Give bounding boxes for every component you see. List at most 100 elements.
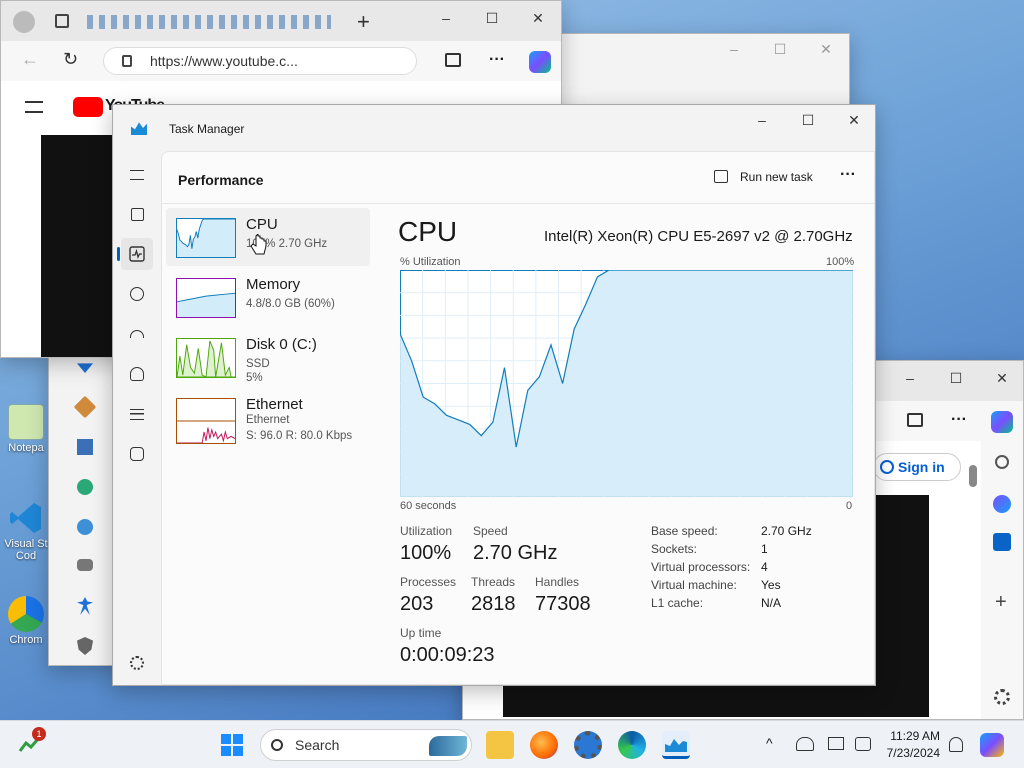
resource-name: Ethernet xyxy=(246,396,303,413)
add-sidebar-button[interactable]: + xyxy=(995,591,1007,614)
search-highlight-icon xyxy=(429,736,467,756)
edge-icon[interactable] xyxy=(618,731,646,759)
nav-users[interactable] xyxy=(121,358,153,390)
url-field[interactable]: https://www.youtube.c... xyxy=(103,47,417,75)
outlook-icon[interactable] xyxy=(993,533,1011,551)
desktop-icon-notepad[interactable]: Notepa xyxy=(2,404,50,454)
notepad-icon xyxy=(8,404,44,440)
refresh-icon[interactable]: ↻ xyxy=(63,49,78,70)
display-icon[interactable] xyxy=(828,737,844,750)
gaming-icon xyxy=(77,559,93,571)
address-bar-row: ← ↻ https://www.youtube.c... ··· xyxy=(1,41,561,81)
resource-item-cpu[interactable]: CPU 100% 2.70 GHz xyxy=(166,208,370,266)
copilot-icon[interactable] xyxy=(529,51,551,73)
close-button[interactable]: ✕ xyxy=(831,105,875,135)
firefox-icon[interactable] xyxy=(530,731,558,759)
sign-in-button[interactable]: Sign in xyxy=(873,453,961,481)
nav-services[interactable] xyxy=(121,438,153,470)
memory-thumbnail xyxy=(176,278,236,318)
clock-time[interactable]: 11:29 AM xyxy=(888,729,940,743)
run-task-icon xyxy=(714,170,728,183)
account-icon xyxy=(880,460,894,474)
settings-window-back xyxy=(48,350,118,666)
copilot-sidebar-icon[interactable] xyxy=(993,495,1011,513)
nav-app-history[interactable] xyxy=(121,278,153,310)
maximize-button[interactable]: ☐ xyxy=(757,34,803,64)
profile-icon[interactable] xyxy=(13,11,35,33)
minimize-button[interactable]: – xyxy=(739,105,785,135)
chrome-icon xyxy=(8,596,44,632)
start-button[interactable] xyxy=(218,731,246,759)
maximize-button[interactable]: ☐ xyxy=(469,3,515,33)
maximize-button[interactable]: ☐ xyxy=(785,105,831,135)
widgets-icon[interactable]: 1 xyxy=(18,727,46,755)
hamburger-icon[interactable] xyxy=(25,101,43,113)
clock-date[interactable]: 7/23/2024 xyxy=(884,746,940,760)
desktop-icon-vscode[interactable]: Visual St Cod xyxy=(2,500,50,562)
back-icon[interactable]: ← xyxy=(21,49,39,70)
copilot-pre-icon[interactable] xyxy=(980,733,1004,757)
spec-value: Yes xyxy=(761,578,781,592)
uptime-label: Up time xyxy=(400,626,442,640)
language-icon[interactable] xyxy=(855,737,871,751)
close-button[interactable]: ✕ xyxy=(515,3,561,33)
browser-tab-bar: + – ☐ ✕ xyxy=(1,1,561,41)
sign-in-label: Sign in xyxy=(898,459,945,475)
processes-value: 203 xyxy=(400,593,434,615)
hamburger-menu-button[interactable] xyxy=(121,159,153,191)
nav-details[interactable] xyxy=(121,398,153,430)
minimize-button[interactable]: – xyxy=(711,34,757,64)
close-button[interactable]: ✕ xyxy=(803,34,849,64)
nav-startup-apps[interactable] xyxy=(121,318,153,350)
graph-bottom-left: 60 seconds xyxy=(400,500,457,512)
network-offline-icon[interactable] xyxy=(796,737,814,751)
resource-subtext: 4.8/8.0 GB (60%) xyxy=(246,298,335,310)
menu-dots[interactable]: ··· xyxy=(951,411,967,429)
details-list-icon xyxy=(130,408,144,420)
vscode-icon xyxy=(8,500,44,536)
file-explorer-icon[interactable] xyxy=(486,731,514,759)
minimize-button[interactable]: – xyxy=(887,363,933,393)
maximize-button[interactable]: ☐ xyxy=(933,363,979,393)
minimize-button[interactable]: – xyxy=(423,3,469,33)
search-icon xyxy=(271,739,283,751)
taskbar-search[interactable]: Search xyxy=(260,729,472,761)
notifications-bell-icon[interactable] xyxy=(949,737,963,752)
accessibility-icon xyxy=(77,597,93,615)
split-screen-icon[interactable] xyxy=(445,53,461,67)
resource-subtext: 5% xyxy=(246,372,263,384)
users-icon xyxy=(130,367,144,381)
close-button[interactable]: ✕ xyxy=(979,363,1023,393)
more-options-button[interactable]: ··· xyxy=(840,166,856,184)
resource-item-ethernet[interactable]: Ethernet Ethernet S: 96.0 R: 80.0 Kbps xyxy=(166,394,370,452)
youtube-logo-icon[interactable] xyxy=(73,97,103,117)
run-new-task-label: Run new task xyxy=(740,170,813,184)
new-tab-button[interactable]: + xyxy=(357,9,370,35)
nav-settings[interactable] xyxy=(121,647,153,679)
task-manager-taskbar-icon[interactable] xyxy=(662,731,690,759)
scrollbar[interactable] xyxy=(967,445,979,715)
resource-item-disk[interactable]: Disk 0 (C:) SSD 5% xyxy=(166,328,370,386)
spec-key: Sockets: xyxy=(651,542,698,556)
split-screen-icon[interactable] xyxy=(907,413,923,427)
ethernet-thumbnail xyxy=(176,398,236,444)
desktop-icon-chrome[interactable]: Chrom xyxy=(2,596,50,646)
page-title: Performance xyxy=(178,172,264,188)
tab-strip[interactable] xyxy=(87,15,331,29)
resource-subtext: Ethernet xyxy=(246,414,290,426)
desktop-icon-label: Visual St Cod xyxy=(4,538,48,562)
nav-processes[interactable] xyxy=(121,198,153,230)
performance-icon xyxy=(129,246,145,262)
nav-performance[interactable] xyxy=(117,238,153,270)
search-icon[interactable] xyxy=(995,455,1009,469)
settings-icon[interactable] xyxy=(574,731,602,759)
copilot-icon[interactable] xyxy=(991,411,1013,433)
tab-actions-icon[interactable] xyxy=(55,14,69,28)
scroll-thumb[interactable] xyxy=(969,465,977,487)
show-hidden-icons-chevron[interactable]: ^ xyxy=(766,735,773,751)
resource-item-memory[interactable]: Memory 4.8/8.0 GB (60%) xyxy=(166,268,370,326)
command-bar: Performance Run new task ··· xyxy=(162,152,874,204)
settings-gear-icon[interactable] xyxy=(994,689,1010,705)
menu-dots[interactable]: ··· xyxy=(489,51,505,69)
privacy-shield-icon xyxy=(77,637,93,655)
